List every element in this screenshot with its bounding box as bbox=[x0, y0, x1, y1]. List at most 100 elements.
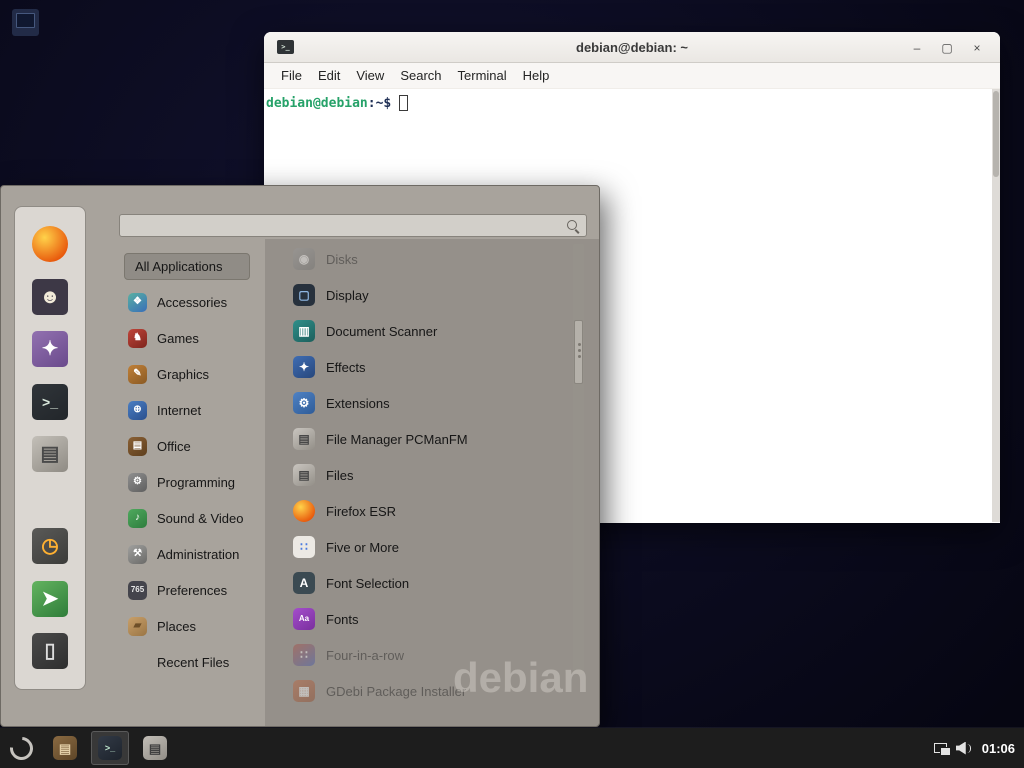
category-all-applications[interactable]: All Applications bbox=[124, 253, 250, 280]
debian-logo-icon bbox=[5, 732, 37, 764]
category-internet[interactable]: ⊕Internet bbox=[117, 392, 279, 428]
display-icon: ▢ bbox=[293, 284, 315, 306]
clock[interactable]: 01:06 bbox=[982, 741, 1015, 756]
volume-icon[interactable] bbox=[956, 742, 973, 755]
disks-icon: ◉ bbox=[293, 248, 315, 270]
terminal-menu-view[interactable]: View bbox=[348, 65, 392, 86]
category-games[interactable]: ♞Games bbox=[117, 320, 279, 356]
maximize-button[interactable]: ▢ bbox=[932, 41, 962, 55]
category-administration[interactable]: ⚒Administration bbox=[117, 536, 279, 572]
graphics-icon: ✎ bbox=[128, 365, 147, 384]
taskbar-terminal-button[interactable]: >_ bbox=[91, 731, 129, 765]
favorite-file-manager[interactable]: ▤ bbox=[29, 433, 71, 475]
category-label: Programming bbox=[157, 475, 235, 490]
category-recent-files[interactable]: Recent Files bbox=[117, 644, 279, 680]
app-five-or-more[interactable]: ∷ Five or More bbox=[282, 529, 572, 565]
favorite-log-out[interactable]: ➤ bbox=[29, 578, 71, 620]
wallpaper-watermark: debian bbox=[453, 654, 588, 702]
category-programming[interactable]: ⚙Programming bbox=[117, 464, 279, 500]
spacer-icon bbox=[128, 653, 147, 672]
five-or-more-icon: ∷ bbox=[293, 536, 315, 558]
category-label: Places bbox=[157, 619, 196, 634]
terminal-menu-help[interactable]: Help bbox=[515, 65, 558, 86]
app-firefox-esr[interactable]: Firefox ESR bbox=[282, 493, 572, 529]
favorite-users[interactable]: ☻ bbox=[29, 276, 71, 318]
app-effects[interactable]: ✦Effects bbox=[282, 349, 572, 385]
terminal-menu-terminal[interactable]: Terminal bbox=[450, 65, 515, 86]
quit-icon: ▯ bbox=[32, 633, 68, 669]
terminal-titlebar[interactable]: >_ debian@debian: ~ –▢× bbox=[264, 32, 1000, 63]
app-extensions[interactable]: ⚙Extensions bbox=[282, 385, 572, 421]
terminal-menu-edit[interactable]: Edit bbox=[310, 65, 348, 86]
close-button[interactable]: × bbox=[962, 41, 992, 55]
app-label: GDebi Package Installer bbox=[326, 684, 466, 699]
file-manager-icon: ▤ bbox=[32, 436, 68, 472]
favorite-lock-screen[interactable]: ◷ bbox=[29, 525, 71, 567]
prompt-path: :~$ bbox=[368, 96, 391, 111]
app-fonts[interactable]: AaFonts bbox=[282, 601, 572, 637]
lock-screen-icon: ◷ bbox=[32, 528, 68, 564]
app-document-scanner[interactable]: ▥Document Scanner bbox=[282, 313, 572, 349]
sound-video-icon: ♪ bbox=[128, 509, 147, 528]
menu-scrollbar[interactable] bbox=[573, 244, 584, 674]
files-icon: ▤ bbox=[293, 464, 315, 486]
games-icon: ♞ bbox=[128, 329, 147, 348]
favorite-terminal[interactable]: >_ bbox=[29, 381, 71, 423]
menu-scrollbar-thumb[interactable] bbox=[574, 320, 583, 384]
font-selection-icon: A bbox=[293, 572, 315, 594]
internet-icon: ⊕ bbox=[128, 401, 147, 420]
category-accessories[interactable]: ❖Accessories bbox=[117, 284, 279, 320]
terminal-scrollbar[interactable] bbox=[992, 89, 1000, 522]
app-files[interactable]: ▤ Files bbox=[282, 457, 572, 493]
app-label: Display bbox=[326, 288, 369, 303]
taskbar-file-manager-button[interactable]: ▤ bbox=[46, 731, 84, 765]
firefox-esr-icon bbox=[293, 500, 315, 522]
app-label: Files bbox=[326, 468, 353, 483]
menu-search-box[interactable] bbox=[119, 214, 587, 237]
category-label: Office bbox=[157, 439, 191, 454]
terminal-cursor bbox=[399, 95, 408, 111]
category-label: Administration bbox=[157, 547, 239, 562]
menu-search-input[interactable] bbox=[120, 215, 566, 236]
category-label: Sound & Video bbox=[157, 511, 244, 526]
category-label: Accessories bbox=[157, 295, 227, 310]
category-places[interactable]: ▰ Places bbox=[117, 608, 279, 644]
terminal-menu-file[interactable]: File bbox=[273, 65, 310, 86]
app-display[interactable]: ▢ Display bbox=[282, 277, 572, 313]
minimize-button[interactable]: – bbox=[902, 41, 932, 55]
terminal-icon: >_ bbox=[32, 384, 68, 420]
app-font-selection[interactable]: AFont Selection bbox=[282, 565, 572, 601]
menu-button[interactable] bbox=[3, 730, 39, 766]
category-office[interactable]: ▤Office bbox=[117, 428, 279, 464]
terminal-scrollbar-thumb[interactable] bbox=[993, 91, 999, 177]
category-label: Recent Files bbox=[157, 655, 229, 670]
preferences-icon: 765 bbox=[128, 581, 147, 600]
app-label: File Manager PCManFM bbox=[326, 432, 468, 447]
search-icon bbox=[566, 219, 580, 233]
taskbar-files-button[interactable]: ▤ bbox=[136, 731, 174, 765]
desktop: >_ debian@debian: ~ –▢× FileEditViewSear… bbox=[0, 0, 1024, 768]
category-preferences[interactable]: 765Preferences bbox=[117, 572, 279, 608]
system-tray: 01:06 bbox=[934, 741, 1024, 756]
app-label: Five or More bbox=[326, 540, 399, 555]
app-file-manager-pcmanfm[interactable]: ▤ File Manager PCManFM bbox=[282, 421, 572, 457]
users-icon: ☻ bbox=[32, 279, 68, 315]
app-disks[interactable]: ◉Disks bbox=[282, 241, 572, 277]
taskbar: ▤>_▤ 01:06 bbox=[0, 728, 1024, 768]
network-icon[interactable] bbox=[934, 743, 947, 753]
category-sound-video[interactable]: ♪ Sound & Video bbox=[117, 500, 279, 536]
desktop-shortcut-icon[interactable] bbox=[12, 9, 39, 36]
favorite-quit[interactable]: ▯ bbox=[29, 630, 71, 672]
app-label: Four-in-a-row bbox=[326, 648, 404, 663]
terminal-window-icon: >_ bbox=[277, 40, 294, 54]
favorite-pidgin[interactable]: ✦ bbox=[29, 328, 71, 370]
file-manager-pcmanfm-icon: ▤ bbox=[293, 428, 315, 450]
firefox-icon bbox=[32, 226, 68, 262]
app-label: Firefox ESR bbox=[326, 504, 396, 519]
applications-menu: ☻ ✦ >_ ▤ ◷ ➤ ▯ All Applications ❖Accessories♞Ga… bbox=[0, 185, 600, 727]
category-graphics[interactable]: ✎Graphics bbox=[117, 356, 279, 392]
category-label: All Applications bbox=[135, 259, 222, 274]
terminal-menu-search[interactable]: Search bbox=[392, 65, 449, 86]
places-icon: ▰ bbox=[128, 617, 147, 636]
favorite-firefox[interactable] bbox=[29, 223, 71, 265]
